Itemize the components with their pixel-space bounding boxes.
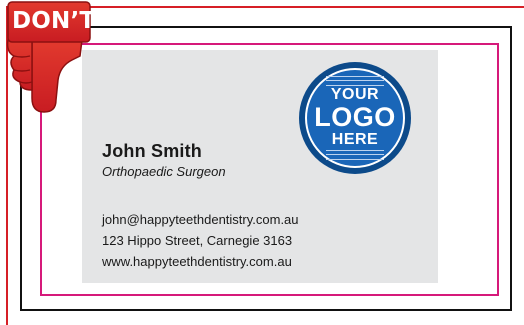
contact-address: 123 Hippo Street, Carnegie 3163 bbox=[102, 233, 293, 248]
logo-line-your: YOUR bbox=[330, 86, 380, 103]
business-card: YOUR LOGO HERE John Smith Orthopaedic Su… bbox=[82, 50, 438, 283]
contact-block: john@happyteethdentistry.com.au 123 Hipp… bbox=[102, 209, 299, 272]
logo-bottom-stripes bbox=[326, 150, 384, 160]
contact-email: john@happyteethdentistry.com.au bbox=[102, 212, 299, 227]
dont-badge: DON’T bbox=[0, 0, 98, 122]
logo-top-stripes bbox=[326, 76, 384, 86]
card-name: John Smith bbox=[102, 141, 202, 161]
logo-line-here: HERE bbox=[331, 131, 379, 148]
dont-label: DON’T bbox=[12, 8, 96, 34]
card-job-title: Orthopaedic Surgeon bbox=[102, 164, 226, 179]
logo-line-logo: LOGO bbox=[314, 102, 396, 132]
contact-website: www.happyteethdentistry.com.au bbox=[102, 254, 292, 269]
logo-badge: YOUR LOGO HERE bbox=[305, 68, 405, 168]
logo-placeholder: YOUR LOGO HERE bbox=[299, 62, 411, 174]
